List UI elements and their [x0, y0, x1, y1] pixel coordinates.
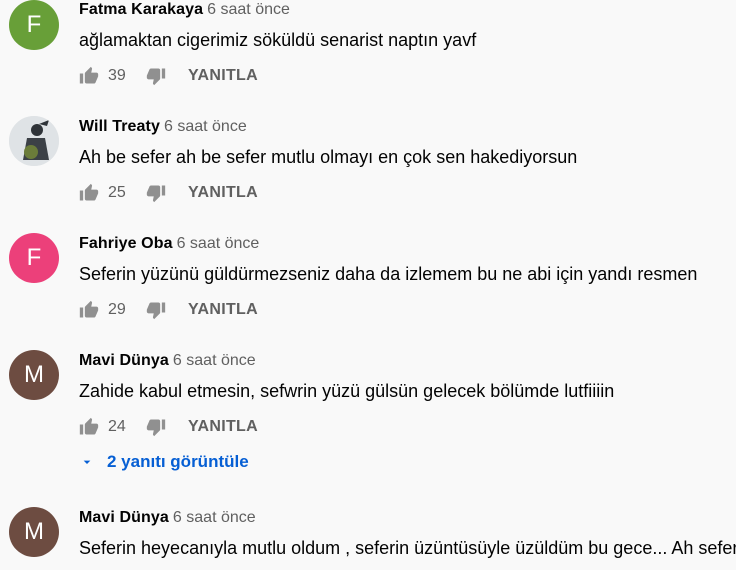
- comment-header: Mavi Dünya 6 saat önce: [79, 352, 256, 370]
- comment-actions: 39 YANITLA: [79, 64, 258, 88]
- author-name[interactable]: Mavi Dünya: [79, 509, 169, 526]
- like-count: 25: [108, 184, 126, 201]
- thumbs-down-icon[interactable]: [146, 417, 166, 437]
- timestamp[interactable]: 6 saat önce: [164, 118, 247, 135]
- comment-header: Fahriye Oba 6 saat önce: [79, 235, 259, 253]
- thumbs-down-icon[interactable]: [146, 183, 166, 203]
- thumbs-down-icon[interactable]: [146, 300, 166, 320]
- avatar[interactable]: M: [9, 350, 59, 400]
- like-count: 29: [108, 301, 126, 318]
- reply-button[interactable]: YANITLA: [188, 301, 258, 319]
- thumbs-up-icon[interactable]: [79, 300, 99, 320]
- comment-actions: 24 YANITLA: [79, 415, 258, 439]
- comment-header: Will Treaty 6 saat önce: [79, 118, 247, 136]
- thumbs-down-icon[interactable]: [146, 66, 166, 86]
- timestamp[interactable]: 6 saat önce: [207, 1, 290, 18]
- avatar[interactable]: F: [9, 0, 59, 50]
- caret-down-icon: [83, 460, 91, 464]
- thumbs-up-icon[interactable]: [79, 66, 99, 86]
- comment-actions: 25 YANITLA: [79, 181, 258, 205]
- like-count: 24: [108, 418, 126, 435]
- comment-header: Mavi Dünya 6 saat önce: [79, 509, 256, 527]
- timestamp[interactable]: 6 saat önce: [177, 235, 260, 252]
- author-name[interactable]: Will Treaty: [79, 118, 160, 135]
- comment-text: Zahide kabul etmesin, sefwrin yüzü gülsü…: [79, 381, 615, 401]
- view-replies-label: 2 yanıtı görüntüle: [107, 452, 249, 471]
- avatar[interactable]: [9, 116, 59, 166]
- avatar-photo-icon: [9, 116, 59, 166]
- comment-header: Fatma Karakaya 6 saat önce: [79, 1, 290, 19]
- comment-text: Seferin heyecanıyla mutlu oldum , seferi…: [79, 538, 736, 558]
- reply-button[interactable]: YANITLA: [188, 418, 258, 436]
- comment-text: Seferin yüzünü güldürmezseniz daha da iz…: [79, 264, 698, 284]
- author-name[interactable]: Mavi Dünya: [79, 352, 169, 369]
- thumbs-up-icon[interactable]: [79, 183, 99, 203]
- author-name[interactable]: Fatma Karakaya: [79, 1, 203, 18]
- view-replies-button[interactable]: 2 yanıtı görüntüle: [79, 452, 249, 472]
- thumbs-up-icon[interactable]: [79, 417, 99, 437]
- author-name[interactable]: Fahriye Oba: [79, 235, 173, 252]
- comment-text: Ah be sefer ah be sefer mutlu olmayı en …: [79, 147, 578, 167]
- reply-button[interactable]: YANITLA: [188, 67, 258, 85]
- comment-text: ağlamaktan cigerimiz söküldü senarist na…: [79, 30, 477, 50]
- timestamp[interactable]: 6 saat önce: [173, 509, 256, 526]
- comment-actions: 29 YANITLA: [79, 298, 258, 322]
- like-count: 39: [108, 67, 126, 84]
- reply-button[interactable]: YANITLA: [188, 184, 258, 202]
- timestamp[interactable]: 6 saat önce: [173, 352, 256, 369]
- avatar[interactable]: M: [9, 507, 59, 557]
- avatar[interactable]: F: [9, 233, 59, 283]
